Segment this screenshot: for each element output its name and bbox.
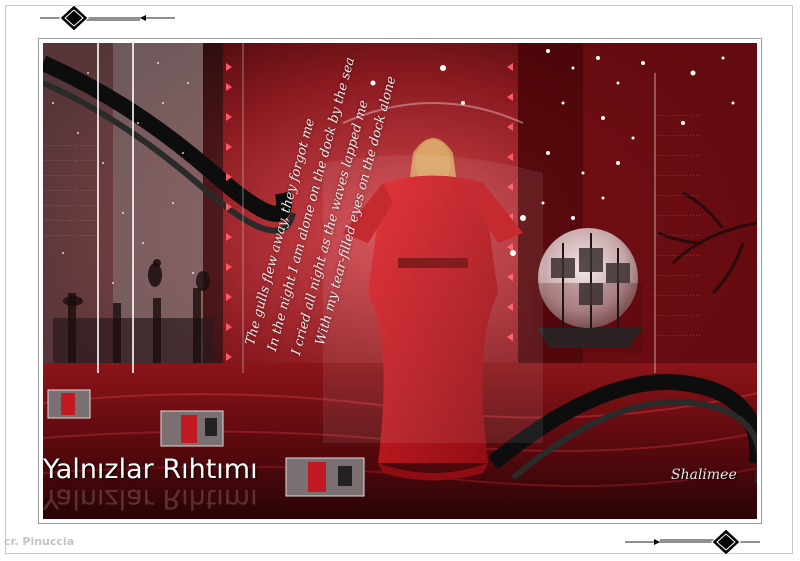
artwork-image: · · · · · · · · · · · · · · · · · · · · … [43,43,757,519]
artwork-title: Yalnızlar Rıhtımı [43,454,258,485]
title-reflection: Yalnızlar Rıhtımı [43,483,258,514]
top-left-ornament-icon [40,4,175,32]
artist-signature: Shalimee [671,467,737,483]
credit-text: cr. Pinuccia [4,535,75,548]
artwork-scene [43,43,757,519]
bottom-right-ornament-icon [625,528,760,556]
